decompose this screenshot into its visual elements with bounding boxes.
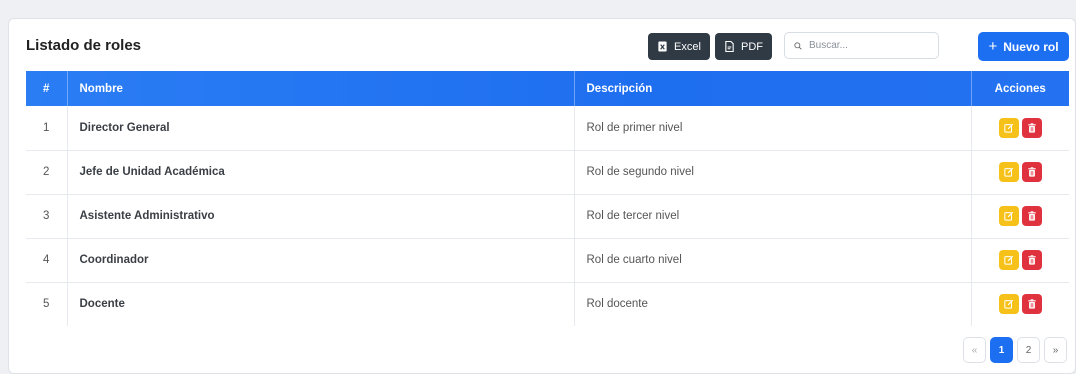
row-actions: [971, 106, 1069, 151]
export-excel-button[interactable]: Excel: [648, 33, 710, 60]
trash-icon: [1028, 123, 1036, 133]
delete-button[interactable]: [1021, 206, 1042, 226]
pdf-label: PDF: [741, 40, 763, 53]
trash-icon: [1028, 211, 1036, 221]
page-title: Listado de roles: [26, 37, 142, 54]
edit-button[interactable]: [998, 294, 1019, 314]
roles-table-container: # Nombre Descripción Acciones 1 Director …: [26, 71, 1069, 326]
edit-button[interactable]: [998, 206, 1019, 226]
file-pdf-icon: [725, 41, 734, 52]
trash-icon: [1028, 299, 1036, 309]
pagination-prev[interactable]: «: [963, 337, 986, 363]
row-number: 2: [26, 150, 68, 195]
row-actions: [971, 282, 1069, 326]
role-name: Jefe de Unidad Académica: [67, 150, 575, 195]
search-box[interactable]: [784, 32, 939, 59]
role-name: Docente: [67, 282, 575, 326]
row-number: 3: [26, 194, 68, 239]
new-role-button[interactable]: + Nuevo rol: [978, 32, 1069, 61]
table-row: 4 Coordinador Rol de cuarto nivel: [26, 238, 1069, 283]
search-icon: [794, 41, 802, 50]
row-number: 4: [26, 238, 68, 283]
edit-button[interactable]: [998, 250, 1019, 270]
delete-button[interactable]: [1021, 294, 1042, 314]
row-actions: [971, 194, 1069, 239]
column-header-description[interactable]: Descripción: [574, 71, 972, 106]
row-number: 5: [26, 282, 68, 326]
delete-button[interactable]: [1021, 162, 1042, 182]
edit-icon: [1004, 123, 1013, 133]
role-description: Rol de primer nivel: [574, 106, 972, 151]
pagination-next[interactable]: »: [1044, 337, 1067, 363]
plus-icon: +: [988, 38, 998, 55]
role-name: Asistente Administrativo: [67, 194, 575, 239]
roles-card: Listado de roles Excel PDF + Nuevo rol: [8, 18, 1076, 374]
table-row: 1 Director General Rol de primer nivel: [26, 106, 1069, 151]
delete-button[interactable]: [1021, 250, 1042, 270]
table-row: 3 Asistente Administrativo Rol de tercer n…: [26, 194, 1069, 239]
role-description: Rol de cuarto nivel: [574, 238, 972, 283]
export-pdf-button[interactable]: PDF: [715, 33, 772, 60]
excel-label: Excel: [674, 40, 701, 53]
edit-button[interactable]: [998, 162, 1019, 182]
roles-table: # Nombre Descripción Acciones 1 Director …: [26, 71, 1069, 326]
pagination-page-2[interactable]: 2: [1017, 337, 1040, 363]
delete-button[interactable]: [1021, 117, 1042, 138]
search-input[interactable]: [809, 40, 929, 51]
edit-button[interactable]: [998, 117, 1019, 138]
table-row: 5 Docente Rol docente: [26, 282, 1069, 326]
pagination-page-1[interactable]: 1: [990, 337, 1013, 363]
role-name: Coordinador: [67, 238, 575, 283]
row-actions: [971, 150, 1069, 195]
trash-icon: [1028, 255, 1036, 265]
new-role-label: Nuevo rol: [1003, 39, 1059, 54]
role-description: Rol de segundo nivel: [574, 150, 972, 195]
edit-icon: [1004, 255, 1013, 265]
column-header-number[interactable]: #: [26, 71, 68, 106]
row-number: 1: [26, 106, 68, 151]
role-name: Director General: [67, 106, 575, 151]
column-header-name[interactable]: Nombre: [67, 71, 575, 106]
table-row: 2 Jefe de Unidad Académica Rol de segundo …: [26, 150, 1069, 195]
trash-icon: [1028, 167, 1036, 177]
edit-icon: [1004, 211, 1013, 221]
table-header-row: # Nombre Descripción Acciones: [26, 71, 1069, 106]
edit-icon: [1004, 167, 1013, 177]
edit-icon: [1004, 299, 1013, 309]
row-actions: [971, 238, 1069, 283]
pagination: « 1 2 »: [963, 337, 1067, 363]
role-description: Rol de tercer nivel: [574, 194, 972, 239]
role-description: Rol docente: [574, 282, 972, 326]
column-header-actions: Acciones: [994, 82, 1046, 95]
file-excel-icon: [658, 41, 667, 52]
